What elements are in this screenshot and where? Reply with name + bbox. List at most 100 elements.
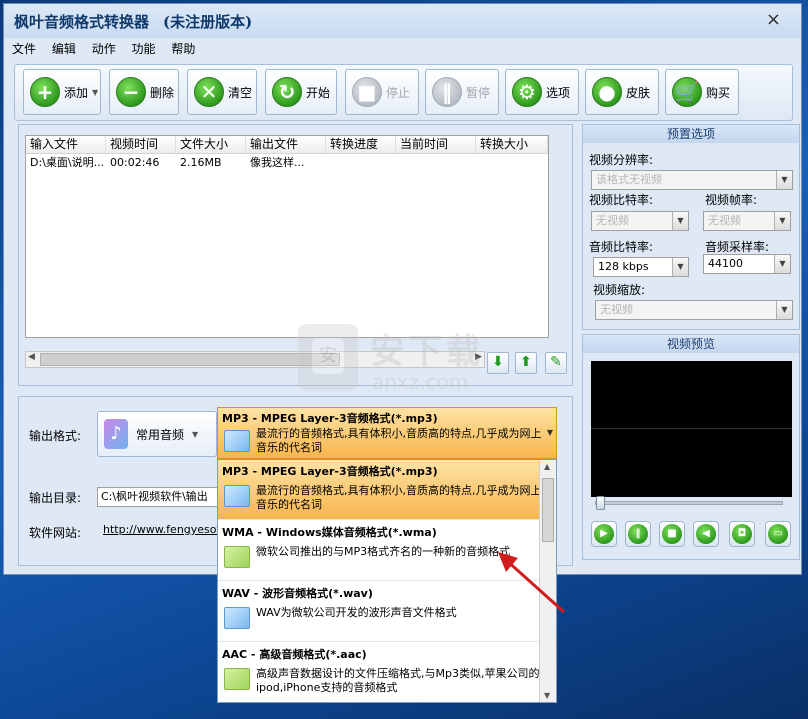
video-bitrate-label: 视频比特率: xyxy=(589,193,654,207)
open-folder-button[interactable]: ▭ xyxy=(765,521,791,547)
window-title: 枫叶音频格式转换器 (未注册版本) xyxy=(14,11,252,32)
column-convert-size[interactable]: 转换大小 xyxy=(476,136,548,153)
video-bitrate-value: 无视频 xyxy=(596,214,629,227)
pause-button-label: 暂停 xyxy=(466,85,491,100)
video-bitrate-select[interactable]: 无视频 ▼ xyxy=(591,211,689,231)
stop-preview-button[interactable]: ■ xyxy=(659,521,685,547)
column-input-file[interactable]: 输入文件 xyxy=(26,136,106,153)
preview-divider xyxy=(591,428,792,429)
buy-button[interactable]: 🛒 购买 xyxy=(665,69,739,115)
arrow-up-icon: ⬆ xyxy=(520,354,532,370)
chevron-down-icon: ▼ xyxy=(672,258,688,276)
format-option-desc: 最流行的音频格式,具有体积小,音质高的特点,几乎成为网上音乐的代名词 xyxy=(256,484,542,511)
column-video-time[interactable]: 视频时间 xyxy=(106,136,176,153)
output-dir-label: 输出目录: xyxy=(29,491,82,505)
cell-convert-size xyxy=(476,154,548,172)
output-format-select[interactable]: MP3 - MPEG Layer-3音频格式(*.mp3) 最流行的音频格式,具… xyxy=(217,407,557,459)
start-button[interactable]: ↻ 开始 xyxy=(265,69,337,115)
dropdown-scroll-thumb[interactable] xyxy=(542,478,554,542)
play-icon: ▶ xyxy=(594,524,614,544)
snapshot-button[interactable]: ◘ xyxy=(729,521,755,547)
video-resolution-label: 视频分辨率: xyxy=(589,153,654,167)
close-window-button[interactable]: × xyxy=(766,11,781,29)
selected-format-desc: 最流行的音频格式,具有体积小,音质高的特点,几乎成为网上音乐的代名词 xyxy=(256,427,542,454)
video-fps-select[interactable]: 无视频 ▼ xyxy=(703,211,791,231)
format-category-label: 常用音频 xyxy=(136,427,185,442)
seek-slider[interactable] xyxy=(595,496,783,510)
menu-action[interactable]: 动作 xyxy=(92,42,116,56)
add-button[interactable]: + 添加 ▼ xyxy=(23,69,101,115)
menu-function[interactable]: 功能 xyxy=(132,42,156,56)
scroll-left-icon[interactable]: ◀ xyxy=(28,352,35,362)
clear-icon: ✕ xyxy=(194,77,224,107)
chevron-down-icon: ▼ xyxy=(546,428,553,437)
cell-file-size: 2.16MB xyxy=(180,156,222,169)
output-dir-field[interactable]: C:\枫叶视频软件\输出 xyxy=(97,487,223,507)
format-option-aac[interactable]: AAC - 高级音频格式(*.aac) 高级声音数据设计的文件压缩格式,与Mp3… xyxy=(218,643,539,702)
skin-button[interactable]: ● 皮肤 xyxy=(585,69,659,115)
stop-button[interactable]: ■ 停止 xyxy=(345,69,419,115)
chevron-down-icon[interactable]: ▼ xyxy=(92,88,98,97)
format-option-title: MP3 - MPEG Layer-3音频格式(*.mp3) xyxy=(222,465,438,478)
format-option-title: WMA - Windows媒体音频格式(*.wma) xyxy=(222,526,437,539)
pause-preview-button[interactable]: ‖ xyxy=(625,521,651,547)
shield-icon: 安 xyxy=(298,324,358,390)
video-scale-select[interactable]: 无视频 ▼ xyxy=(595,300,793,320)
pencil-icon: ✎ xyxy=(550,354,562,370)
video-resolution-value: 该格式无视频 xyxy=(596,173,662,186)
move-up-button[interactable]: ⬆ xyxy=(515,352,537,374)
file-list[interactable]: 输入文件 视频时间 文件大小 输出文件 转换进度 当前时间 转换大小 D:\桌面… xyxy=(25,135,549,338)
scroll-down-icon[interactable]: ▼ xyxy=(544,691,550,700)
chevron-down-icon: ▼ xyxy=(774,255,790,273)
video-resolution-select[interactable]: 该格式无视频 ▼ xyxy=(591,170,793,190)
folder-icon xyxy=(224,668,250,690)
stop-icon: ■ xyxy=(662,524,682,544)
play-button[interactable]: ▶ xyxy=(591,521,617,547)
scroll-up-icon[interactable]: ▲ xyxy=(544,462,550,471)
seek-slider-knob[interactable] xyxy=(596,496,605,510)
column-file-size[interactable]: 文件大小 xyxy=(176,136,246,153)
column-current-time[interactable]: 当前时间 xyxy=(396,136,476,153)
file-list-header: 输入文件 视频时间 文件大小 输出文件 转换进度 当前时间 转换大小 xyxy=(26,136,548,154)
chevron-down-icon: ▼ xyxy=(192,429,199,439)
delete-button-label: 删除 xyxy=(150,85,175,100)
audio-bitrate-select[interactable]: 128 kbps ▼ xyxy=(593,257,689,277)
website-label: 软件网站: xyxy=(29,526,82,540)
cell-current-time xyxy=(396,154,476,172)
audio-samplerate-select[interactable]: 44100 ▼ xyxy=(703,254,791,274)
video-fps-label: 视频帧率: xyxy=(705,193,758,207)
format-category-button[interactable]: ♪ 常用音频 ▼ xyxy=(97,411,217,457)
apple-icon: ● xyxy=(592,77,622,107)
preview-screen xyxy=(591,361,792,497)
plus-icon: + xyxy=(30,77,60,107)
menu-edit[interactable]: 编辑 xyxy=(52,42,76,56)
minus-icon: − xyxy=(116,77,146,107)
folder-icon xyxy=(224,546,250,568)
pause-button[interactable]: ‖ 暂停 xyxy=(425,69,499,115)
format-option-mp3[interactable]: MP3 - MPEG Layer-3音频格式(*.mp3) 最流行的音频格式,具… xyxy=(218,460,542,520)
volume-button[interactable]: ◀ xyxy=(693,521,719,547)
add-button-label: 添加 xyxy=(64,85,89,100)
column-progress[interactable]: 转换进度 xyxy=(326,136,396,153)
column-output-file[interactable]: 输出文件 xyxy=(246,136,326,153)
menu-help[interactable]: 帮助 xyxy=(171,42,195,56)
format-option-title: WAV - 波形音频格式(*.wav) xyxy=(222,587,373,600)
menu-file[interactable]: 文件 xyxy=(12,42,36,56)
folder-icon xyxy=(224,430,250,452)
website-link[interactable]: http://www.fengyesoft.c xyxy=(103,523,234,536)
buy-button-label: 购买 xyxy=(706,85,731,100)
options-button[interactable]: ⚙ 选项 xyxy=(505,69,579,115)
cart-icon: 🛒 xyxy=(672,77,702,107)
delete-button[interactable]: − 删除 xyxy=(109,69,179,115)
stop-button-label: 停止 xyxy=(386,85,411,100)
scroll-thumb[interactable] xyxy=(40,353,340,366)
table-row[interactable]: D:\桌面\说明... 00:02:46 2.16MB 像我这样... xyxy=(26,154,548,172)
watermark: 安 安下载 anxz.com xyxy=(298,318,508,408)
chevron-down-icon: ▼ xyxy=(776,301,792,319)
audio-bitrate-label: 音频比特率: xyxy=(589,240,654,254)
gear-icon: ⚙ xyxy=(512,77,542,107)
preset-options-panel: 预置选项 视频分辨率: 该格式无视频 ▼ 视频比特率: 视频帧率: 无视频 ▼ … xyxy=(582,124,800,330)
preset-header: 预置选项 xyxy=(583,125,799,143)
edit-button[interactable]: ✎ xyxy=(545,352,567,374)
clear-button[interactable]: ✕ 清空 xyxy=(187,69,257,115)
